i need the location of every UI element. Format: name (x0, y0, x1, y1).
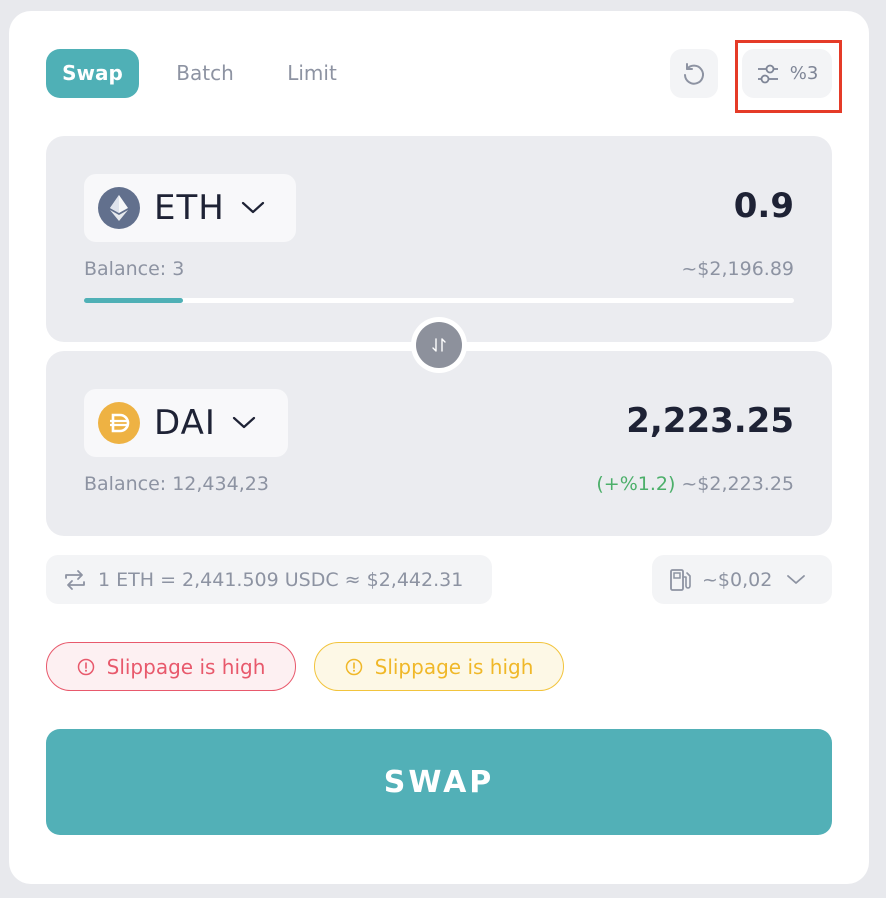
slippage-warning-error: Slippage is high (46, 642, 296, 691)
gas-fee[interactable]: ~$0,02 (652, 555, 832, 604)
refresh-icon (684, 62, 704, 85)
chevron-down-icon (787, 574, 806, 584)
swap-direction-button[interactable] (411, 317, 467, 373)
highlight-frame (735, 40, 842, 113)
warning-text: Slippage is high (374, 654, 534, 679)
swap-button[interactable]: SWAP (46, 729, 832, 835)
exchange-rate-text: 1 ETH = 2,441.509 USDC ≈ $2,442.31 (98, 568, 464, 591)
alert-icon (345, 658, 362, 675)
chevron-down-icon (232, 416, 255, 429)
balance-slider[interactable] (84, 298, 794, 303)
to-balance: Balance: 12,434,23 (84, 473, 269, 495)
swap-arrows-icon (432, 338, 446, 352)
refresh-button[interactable] (670, 49, 718, 98)
to-value-row: (+%1.2) ~$2,223.25 (596, 473, 794, 495)
from-balance: Balance: 3 (84, 258, 185, 280)
to-token-select[interactable]: DAI (84, 389, 288, 457)
to-token-symbol: DAI (154, 403, 216, 443)
from-token-symbol: ETH (154, 188, 225, 228)
from-usd-value: ~$2,196.89 (681, 258, 794, 280)
to-token-panel: DAI 2,223.25 Balance: 12,434,23 (+%1.2) … (46, 351, 832, 536)
dai-icon (98, 402, 140, 444)
tab-swap[interactable]: Swap (46, 49, 139, 98)
chevron-down-icon (241, 201, 264, 214)
price-impact: (+%1.2) (596, 473, 676, 495)
from-amount-input[interactable]: 0.9 (734, 186, 794, 226)
exchange-rate[interactable]: 1 ETH = 2,441.509 USDC ≈ $2,442.31 (46, 555, 492, 604)
gas-pump-icon (670, 568, 691, 591)
tab-batch[interactable]: Batch (160, 49, 250, 98)
from-token-panel: ETH 0.9 Balance: 3 ~$2,196.89 (46, 136, 832, 342)
gas-fee-text: ~$0,02 (702, 568, 773, 591)
from-token-select[interactable]: ETH (84, 174, 296, 242)
eth-icon (98, 187, 140, 229)
tab-limit[interactable]: Limit (270, 49, 354, 98)
warning-text: Slippage is high (106, 654, 266, 679)
balance-slider-fill (84, 298, 184, 303)
exchange-icon (65, 569, 85, 590)
to-usd-value: ~$2,223.25 (681, 473, 794, 495)
to-amount: 2,223.25 (626, 401, 794, 441)
slippage-warning: Slippage is high (314, 642, 564, 691)
alert-icon (77, 658, 94, 675)
